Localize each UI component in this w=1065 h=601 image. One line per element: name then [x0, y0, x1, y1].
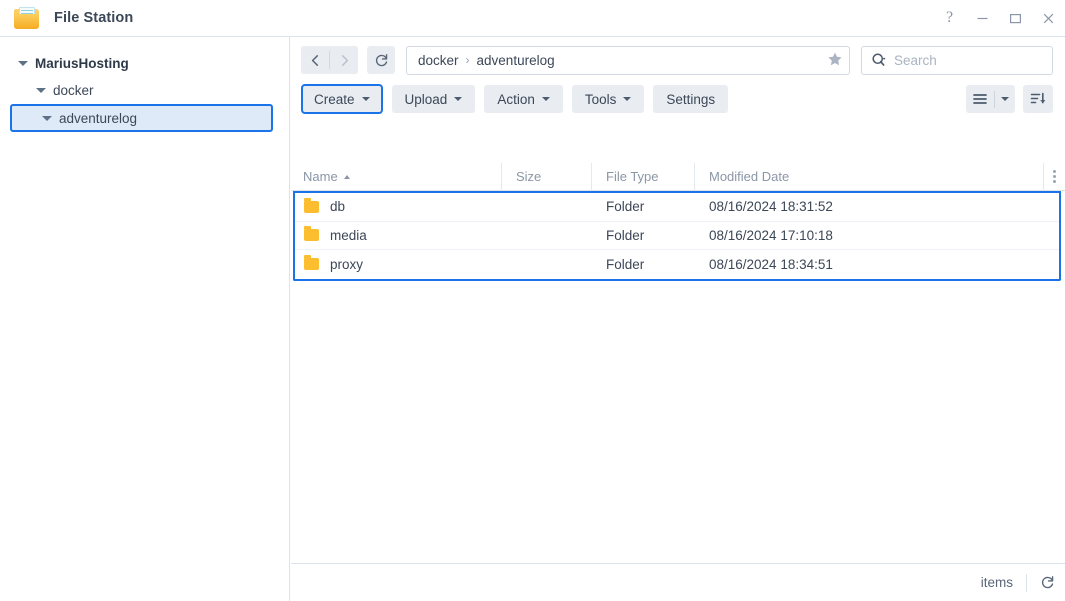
cell-name: proxy	[304, 255, 502, 272]
breadcrumb-bar[interactable]: docker › adventurelog	[406, 45, 850, 75]
column-header-size[interactable]: Size	[501, 162, 591, 191]
sidebar-item-label: adventurelog	[59, 110, 138, 126]
question-mark-icon: ?	[945, 9, 954, 26]
cell-modified-date: 08/16/2024 18:31:52	[709, 199, 833, 215]
breadcrumb-item-docker[interactable]: docker	[418, 53, 459, 68]
sort-asc-icon	[343, 174, 350, 179]
star-icon[interactable]	[827, 51, 843, 70]
chevron-down-icon	[623, 97, 632, 101]
column-label: Name	[303, 169, 338, 184]
list-view-icon[interactable]	[966, 85, 994, 113]
file-name: db	[330, 199, 346, 215]
help-button[interactable]: ?	[933, 0, 966, 37]
forward-button[interactable]	[330, 46, 358, 74]
view-controls	[966, 85, 1053, 113]
chevron-down-icon[interactable]	[18, 58, 29, 69]
folder-icon	[304, 226, 319, 242]
folder-icon	[304, 255, 319, 271]
chevron-left-icon	[311, 54, 318, 66]
create-button[interactable]: Create	[301, 84, 383, 114]
chevron-down-icon[interactable]	[36, 85, 47, 96]
sidebar-item-label: docker	[53, 83, 94, 98]
table-row[interactable]: media Folder 08/16/2024 17:10:18	[295, 222, 1059, 250]
upload-button-label: Upload	[404, 91, 448, 107]
minimize-icon	[977, 17, 988, 19]
sort-button[interactable]	[1023, 85, 1053, 113]
chevron-down-icon	[1001, 97, 1009, 101]
refresh-icon	[375, 53, 387, 66]
more-vertical-icon[interactable]	[1043, 162, 1065, 191]
refresh-icon	[1041, 576, 1054, 589]
chevron-down-icon	[361, 97, 370, 101]
column-label: File Type	[606, 169, 659, 184]
breadcrumb-separator: ›	[465, 53, 470, 67]
table-row[interactable]: db Folder 08/16/2024 18:31:52	[295, 193, 1059, 222]
chevron-right-icon	[341, 54, 348, 66]
column-label: Size	[516, 169, 542, 184]
cell-file-type: Folder	[606, 199, 645, 215]
main-pane: docker › adventurelog Search Create Uplo…	[291, 37, 1065, 601]
search-placeholder: Search	[894, 52, 937, 68]
action-button[interactable]: Action	[484, 85, 563, 113]
settings-button-label: Settings	[666, 91, 716, 107]
status-bar: items	[291, 563, 1065, 601]
cell-name: media	[304, 226, 502, 243]
column-header-modified-date[interactable]: Modified Date	[694, 162, 1043, 191]
folder-app-icon	[14, 7, 40, 29]
history-buttons	[301, 46, 358, 74]
navigation-bar: docker › adventurelog Search	[291, 37, 1065, 83]
close-icon	[1043, 13, 1054, 23]
folder-icon	[304, 197, 319, 213]
create-button-label: Create	[314, 91, 355, 107]
search-icon	[872, 53, 886, 66]
chevron-down-icon	[454, 97, 463, 101]
refresh-button[interactable]	[367, 46, 395, 74]
file-name: proxy	[330, 256, 364, 272]
search-input[interactable]: Search	[861, 45, 1053, 75]
cell-modified-date: 08/16/2024 17:10:18	[709, 227, 833, 243]
chevron-down-icon[interactable]	[42, 113, 53, 124]
tools-button-label: Tools	[584, 91, 617, 107]
action-toolbar: Create Upload Action Tools Settings	[291, 82, 1065, 116]
sidebar-item-adventurelog[interactable]: adventurelog	[10, 104, 273, 132]
minimize-button[interactable]	[966, 0, 999, 37]
maximize-icon	[1010, 13, 1022, 23]
status-divider	[1026, 573, 1027, 592]
column-header-file-type[interactable]: File Type	[591, 162, 694, 191]
selected-rows-group: db Folder 08/16/2024 18:31:52 media Fold…	[293, 193, 1061, 281]
column-label: Modified Date	[709, 169, 790, 184]
maximize-button[interactable]	[999, 0, 1032, 37]
upload-button[interactable]: Upload	[391, 85, 476, 113]
item-count-label: items	[980, 575, 1013, 590]
table-row[interactable]: proxy Folder 08/16/2024 18:34:51	[295, 250, 1059, 279]
cell-modified-date: 08/16/2024 18:34:51	[709, 256, 833, 272]
sidebar: MariusHosting docker adventurelog	[0, 37, 290, 601]
sidebar-item-docker[interactable]: docker	[0, 77, 289, 104]
chevron-down-icon	[541, 97, 550, 101]
cell-file-type: Folder	[606, 256, 645, 272]
sidebar-item-mariushosting[interactable]: MariusHosting	[0, 50, 289, 77]
file-name: media	[330, 227, 367, 243]
file-list: Name Size File Type Modified Date db Fol…	[291, 162, 1065, 563]
sidebar-item-label: MariusHosting	[35, 56, 129, 71]
window-titlebar: File Station ?	[0, 0, 1065, 37]
view-mode-dropdown[interactable]	[995, 85, 1015, 113]
settings-button[interactable]: Settings	[653, 85, 729, 113]
cell-name: db	[304, 197, 502, 215]
cell-file-type: Folder	[606, 227, 645, 243]
page-title: File Station	[54, 10, 134, 26]
close-button[interactable]	[1032, 0, 1065, 37]
status-refresh-button[interactable]	[1040, 575, 1055, 590]
back-button[interactable]	[301, 46, 329, 74]
tools-button[interactable]: Tools	[571, 85, 645, 113]
sort-descending-icon	[1030, 92, 1045, 104]
action-button-label: Action	[497, 91, 535, 107]
window-controls: ?	[933, 0, 1065, 37]
view-mode-group	[966, 85, 1015, 113]
breadcrumb-item-adventurelog[interactable]: adventurelog	[477, 53, 555, 68]
table-header-row: Name Size File Type Modified Date	[291, 162, 1065, 191]
column-header-name[interactable]: Name	[303, 163, 501, 191]
